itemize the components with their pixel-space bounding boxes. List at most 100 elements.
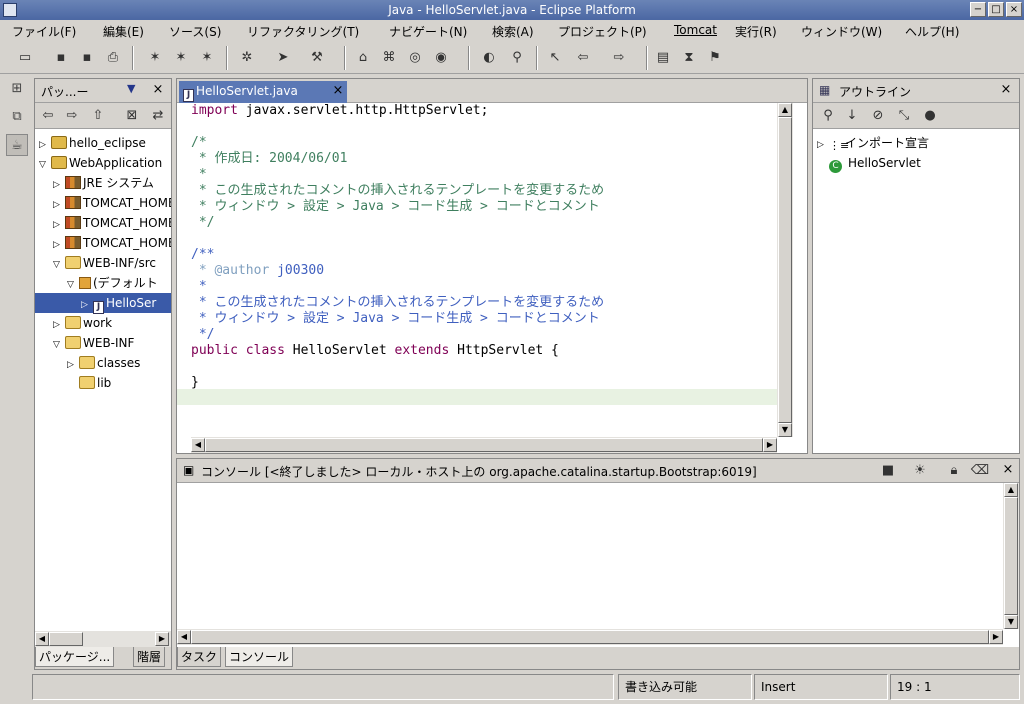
editor-hscrollbar[interactable]: ◀ ▶ xyxy=(191,437,777,453)
new-project-icon[interactable]: ⌂ xyxy=(352,48,374,68)
print-icon[interactable]: ⎙ xyxy=(102,48,124,68)
console-output[interactable] xyxy=(177,483,1003,629)
close-icon[interactable]: × xyxy=(1001,463,1015,477)
menu-search[interactable]: 検索(A) xyxy=(492,23,534,40)
page-icon[interactable]: ▤ xyxy=(652,48,674,68)
tomcat-stop-icon[interactable]: ✶ xyxy=(170,48,192,68)
scroll-left-icon[interactable]: ◀ xyxy=(35,632,49,646)
menu-tomcat[interactable]: Tomcat xyxy=(674,23,717,37)
debug-view-icon[interactable]: ☀ xyxy=(909,461,931,481)
scroll-thumb[interactable] xyxy=(49,632,83,646)
outline-item-class[interactable]: C HelloServlet xyxy=(829,153,921,173)
tree-item-tomcat-lib[interactable]: ▷TOMCAT_HOME/c xyxy=(53,213,171,233)
menu-edit[interactable]: 編集(E) xyxy=(103,23,144,40)
menu-source[interactable]: ソース(S) xyxy=(169,23,221,40)
tree-item-jre[interactable]: ▷ JRE システム xyxy=(53,173,154,193)
tree-item-web-inf[interactable]: ▽ WEB-INF xyxy=(53,333,134,353)
tree-item-classes[interactable]: ▷ classes xyxy=(67,353,140,373)
link-editor-icon[interactable]: ⇄ xyxy=(147,106,169,126)
hide-fields-icon[interactable]: ⊘ xyxy=(867,106,889,126)
hide-static-icon[interactable]: ⤡ xyxy=(893,106,915,126)
last-edit-icon[interactable]: ↖ xyxy=(544,48,566,68)
open-type-icon[interactable]: ◐ xyxy=(478,48,500,68)
external-tools-icon[interactable]: ⚒ xyxy=(306,48,328,68)
scroll-up-icon[interactable]: ▲ xyxy=(778,103,792,117)
hide-non-public-icon[interactable]: ● xyxy=(919,106,941,126)
console-vscrollbar[interactable]: ▲ ▼ xyxy=(1003,483,1019,629)
close-window-button[interactable]: × xyxy=(1006,2,1022,17)
close-icon[interactable]: × xyxy=(151,83,165,97)
pin-icon[interactable]: ⚑ xyxy=(704,48,726,68)
forward-icon[interactable]: ⇨ xyxy=(608,48,630,68)
save-icon[interactable]: ▪ xyxy=(50,48,72,68)
tab-hierarchy[interactable]: 階層 xyxy=(133,647,166,667)
tree-item-web-inf-src[interactable]: ▽ WEB-INF/src xyxy=(53,253,156,273)
tree-item-hello-eclipse[interactable]: ▷ hello_eclipse xyxy=(39,133,146,153)
menu-run[interactable]: 実行(R) xyxy=(735,23,777,40)
tree-item-default-package[interactable]: ▽ (デフォルト xyxy=(67,273,158,293)
scroll-right-icon[interactable]: ▶ xyxy=(155,632,169,646)
editor-vscrollbar[interactable]: ▲ ▼ xyxy=(777,103,793,437)
new-package-icon[interactable]: ⌘ xyxy=(378,48,400,68)
hourglass-icon[interactable]: ⧗ xyxy=(678,48,700,68)
back-icon[interactable]: ⇦ xyxy=(572,48,594,68)
new-wizard-icon[interactable]: ◉ xyxy=(430,48,452,68)
scroll-thumb[interactable] xyxy=(191,630,989,644)
menu-help[interactable]: ヘルプ(H) xyxy=(905,23,959,40)
menu-file[interactable]: ファイル(F) xyxy=(12,23,76,40)
editor-tab[interactable]: J HelloServlet.java xyxy=(179,81,347,103)
tomcat-start-icon[interactable]: ✶ xyxy=(144,48,166,68)
run-icon[interactable]: ➤ xyxy=(272,48,294,68)
outline-item-imports[interactable]: ▷ ⋮≡インポート宣言 xyxy=(817,133,929,153)
menu-project[interactable]: プロジェクト(P) xyxy=(558,23,647,40)
view-menu-icon[interactable]: ▼ xyxy=(127,82,135,95)
sort-icon[interactable]: ⚲ xyxy=(817,106,839,126)
console-hscrollbar[interactable]: ◀ ▶ xyxy=(177,629,1003,645)
scroll-up-icon[interactable]: ▲ xyxy=(1004,483,1018,497)
menu-refactor[interactable]: リファクタリング(T) xyxy=(247,23,359,40)
open-perspective-icon[interactable]: ⊞ xyxy=(6,78,28,100)
scroll-thumb[interactable] xyxy=(778,117,792,423)
tab-console[interactable]: コンソール xyxy=(225,647,294,667)
new-class-icon[interactable]: ◎ xyxy=(404,48,426,68)
tab-tasks[interactable]: タスク xyxy=(177,647,222,667)
scroll-right-icon[interactable]: ▶ xyxy=(763,438,777,452)
menu-navigate[interactable]: ナビゲート(N) xyxy=(389,23,467,40)
tree-item-lib[interactable]: lib xyxy=(67,373,111,393)
scroll-down-icon[interactable]: ▼ xyxy=(778,423,792,437)
debug-icon[interactable]: ✲ xyxy=(236,48,258,68)
tree-hscrollbar[interactable]: ◀ ▶ xyxy=(35,631,171,647)
scroll-right-icon[interactable]: ▶ xyxy=(989,630,1003,644)
up-icon[interactable]: ⇧ xyxy=(87,106,109,126)
save-all-icon[interactable]: ▪ xyxy=(76,48,98,68)
minimize-button[interactable]: − xyxy=(970,2,986,17)
close-tab-icon[interactable]: × xyxy=(331,84,345,98)
scroll-thumb[interactable] xyxy=(1004,497,1018,615)
close-icon[interactable]: × xyxy=(999,83,1013,97)
search-icon[interactable]: ⚲ xyxy=(506,48,528,68)
menu-window[interactable]: ウィンドウ(W) xyxy=(801,23,882,40)
terminate-icon[interactable]: ■ xyxy=(877,461,899,481)
tree-item-webapplication[interactable]: ▽ WebApplication xyxy=(39,153,162,173)
scroll-thumb[interactable] xyxy=(205,438,763,452)
tree-item-helloservlet[interactable]: ▷ J HelloSer xyxy=(35,293,171,314)
lock-icon[interactable]: 🔒︎ xyxy=(943,461,965,481)
sort-alpha-icon[interactable]: ↓ xyxy=(841,106,863,126)
forward-icon[interactable]: ⇨ xyxy=(61,106,83,126)
maximize-button[interactable]: □ xyxy=(988,2,1004,17)
tree-item-tomcat-lib[interactable]: ▷TOMCAT_HOME/c xyxy=(53,193,171,213)
clear-console-icon[interactable]: ⌫ xyxy=(969,461,991,481)
tree-item-work[interactable]: ▷ work xyxy=(53,313,112,333)
back-icon[interactable]: ⇦ xyxy=(37,106,59,126)
resource-perspective-icon[interactable]: ⧉ xyxy=(6,106,28,128)
tomcat-restart-icon[interactable]: ✶ xyxy=(196,48,218,68)
collapse-all-icon[interactable]: ⊠ xyxy=(121,106,143,126)
scroll-left-icon[interactable]: ◀ xyxy=(177,630,191,644)
code-area[interactable]: import javax.servlet.http.HttpServlet; /… xyxy=(177,103,777,437)
scroll-down-icon[interactable]: ▼ xyxy=(1004,615,1018,629)
tree-item-tomcat-lib[interactable]: ▷TOMCAT_HOME/c xyxy=(53,233,171,253)
new-icon[interactable]: ▭ xyxy=(14,48,36,68)
scroll-left-icon[interactable]: ◀ xyxy=(191,438,205,452)
java-perspective-icon[interactable]: ☕ xyxy=(6,134,28,156)
tab-package-explorer[interactable]: パッケージ... xyxy=(35,647,115,667)
